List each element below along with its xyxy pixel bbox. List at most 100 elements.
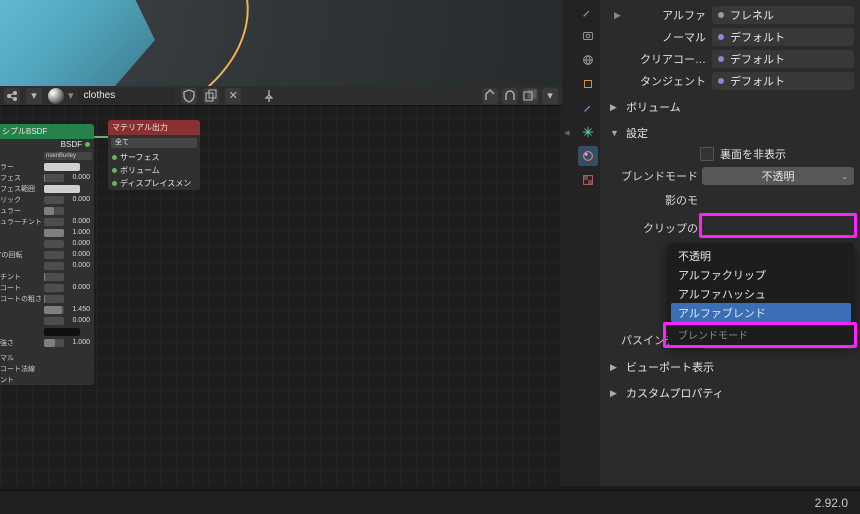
- backface-checkbox[interactable]: [700, 147, 714, 161]
- param-slider[interactable]: [44, 207, 64, 215]
- node-editor[interactable]: ▾ ▾ clothes ✕ ▾: [0, 86, 562, 486]
- snap-icon[interactable]: [502, 88, 518, 104]
- tab-object-icon[interactable]: [578, 74, 598, 94]
- principled-bsdf-node[interactable]: シプルBSDF BSDF nsenBurleyラーフェス0.000フェス範囲リッ…: [0, 124, 94, 385]
- color-swatch[interactable]: [44, 163, 80, 171]
- node-param-row[interactable]: 1.450: [0, 304, 94, 315]
- section-settings[interactable]: ▼ 設定: [604, 122, 854, 144]
- overlay-icon[interactable]: [522, 88, 538, 104]
- tab-render-icon[interactable]: [578, 26, 598, 46]
- param-value: 0.000: [66, 196, 92, 203]
- node-param-row[interactable]: マル: [0, 352, 94, 363]
- param-slider[interactable]: [44, 251, 64, 259]
- surface-property-row: ▶アルファフレネル: [604, 4, 854, 26]
- node-param-row[interactable]: ント: [0, 374, 94, 385]
- chevron-down-icon: ⌄: [841, 172, 848, 181]
- blend-mode-label: ブレンドモード: [612, 168, 698, 184]
- tab-material-icon[interactable]: [578, 146, 598, 166]
- node-param-row[interactable]: ラー: [0, 161, 94, 172]
- tab-tool-icon[interactable]: [578, 2, 598, 22]
- param-slider[interactable]: [44, 174, 64, 182]
- section-custom-props[interactable]: ▶ カスタムプロパティ: [604, 382, 854, 404]
- dropdown-item[interactable]: アルファブレンド: [671, 303, 851, 322]
- param-slider[interactable]: [44, 218, 64, 226]
- node-output-socket[interactable]: BSDF: [0, 139, 94, 150]
- node-param-row[interactable]: 強さ1.000: [0, 337, 94, 348]
- section-viewport[interactable]: ▶ ビューポート表示: [604, 356, 854, 378]
- parent-icon[interactable]: [482, 88, 498, 104]
- param-slider[interactable]: [44, 196, 64, 204]
- property-value-select[interactable]: デフォルト: [712, 50, 854, 68]
- property-value-select[interactable]: デフォルト: [712, 28, 854, 46]
- link-bullet-icon: [718, 12, 724, 18]
- shadow-mode-row: 影のモ: [612, 188, 854, 212]
- section-volume[interactable]: ▶ ボリューム: [604, 96, 854, 118]
- viewport-3d[interactable]: [0, 0, 562, 86]
- shield-icon[interactable]: [181, 88, 197, 104]
- param-enum[interactable]: nsenBurley: [44, 152, 92, 160]
- dropdown-item[interactable]: アルファハッシュ: [668, 284, 854, 303]
- node-param-row[interactable]: 0.000: [0, 315, 94, 326]
- blend-mode-dropdown[interactable]: 不透明アルファクリップアルファハッシュアルファブレンド ブレンドモード: [668, 243, 854, 345]
- node-param-row[interactable]: 'の回転0.000: [0, 249, 94, 260]
- tab-world-icon[interactable]: [578, 50, 598, 70]
- chevron-down-icon[interactable]: ▾: [542, 88, 558, 104]
- material-name[interactable]: clothes: [78, 88, 176, 104]
- color-swatch[interactable]: [44, 328, 80, 336]
- node-param-row[interactable]: nsenBurley: [0, 150, 94, 161]
- param-slider[interactable]: [44, 284, 64, 292]
- param-slider[interactable]: [44, 240, 64, 248]
- disclosure-right-icon: ▶: [610, 362, 620, 373]
- param-label: ュラーチント: [0, 217, 42, 227]
- tab-objectdata-icon[interactable]: [578, 122, 598, 142]
- node-editor-header: ▾ ▾ clothes ✕ ▾: [0, 86, 562, 106]
- close-icon[interactable]: ✕: [225, 88, 241, 104]
- tab-modifier-icon[interactable]: [578, 98, 598, 118]
- param-slider[interactable]: [44, 306, 64, 314]
- node-param-row[interactable]: コート0.000: [0, 282, 94, 293]
- param-slider[interactable]: [44, 273, 64, 281]
- duplicate-icon[interactable]: [203, 88, 219, 104]
- dropdown-item[interactable]: アルファクリップ: [668, 265, 854, 284]
- node-param-row[interactable]: 0.000: [0, 260, 94, 271]
- collapse-chevron-icon[interactable]: ◂: [564, 126, 570, 139]
- material-output-node[interactable]: マテリアル出力 全て サーフェスボリュームディスプレイスメン: [108, 120, 200, 190]
- property-value-text: デフォルト: [730, 51, 785, 67]
- disclosure-right-icon[interactable]: ▶: [614, 10, 624, 21]
- editor-type-icon[interactable]: [4, 88, 20, 104]
- disclosure-right-icon: ▶: [610, 102, 620, 113]
- dropdown-item[interactable]: 不透明: [668, 246, 854, 265]
- node-param-row[interactable]: リック0.000: [0, 194, 94, 205]
- property-value-select[interactable]: デフォルト: [712, 72, 854, 90]
- node-param-row[interactable]: ュラーチント0.000: [0, 216, 94, 227]
- tab-texture-icon[interactable]: [578, 170, 598, 190]
- node-input-socket[interactable]: ディスプレイスメン: [108, 177, 200, 190]
- param-label: コート: [0, 283, 42, 293]
- material-selector[interactable]: ▾ clothes: [48, 88, 175, 104]
- node-param-row[interactable]: フェス0.000: [0, 172, 94, 183]
- color-swatch[interactable]: [44, 185, 80, 193]
- area-splitter[interactable]: ◂: [562, 0, 576, 486]
- node-input-socket[interactable]: サーフェス: [108, 151, 200, 164]
- node-param-row[interactable]: ュラー: [0, 205, 94, 216]
- node-param-row[interactable]: コート法線: [0, 363, 94, 374]
- node-param-row[interactable]: チント: [0, 271, 94, 282]
- node-input-socket[interactable]: ボリューム: [108, 164, 200, 177]
- blend-mode-select[interactable]: 不透明 ⌄: [702, 167, 854, 185]
- property-value-select[interactable]: フレネル: [712, 6, 854, 24]
- param-slider[interactable]: [44, 262, 64, 270]
- param-slider[interactable]: [44, 229, 64, 237]
- param-slider[interactable]: [44, 295, 64, 303]
- node-param-row[interactable]: コートの粗さ: [0, 293, 94, 304]
- node-param-row[interactable]: 0.000: [0, 238, 94, 249]
- node-param-row[interactable]: 1.000: [0, 227, 94, 238]
- chevron-down-icon[interactable]: ▾: [26, 88, 42, 104]
- param-slider[interactable]: [44, 317, 64, 325]
- param-slider[interactable]: [44, 339, 64, 347]
- node-param-row[interactable]: フェス範囲: [0, 183, 94, 194]
- output-target-select[interactable]: 全て: [111, 138, 197, 148]
- node-param-row[interactable]: [0, 326, 94, 337]
- pin-icon[interactable]: [261, 88, 277, 104]
- socket-dot-icon: [112, 155, 117, 160]
- socket-label: ディスプレイスメン: [120, 178, 191, 189]
